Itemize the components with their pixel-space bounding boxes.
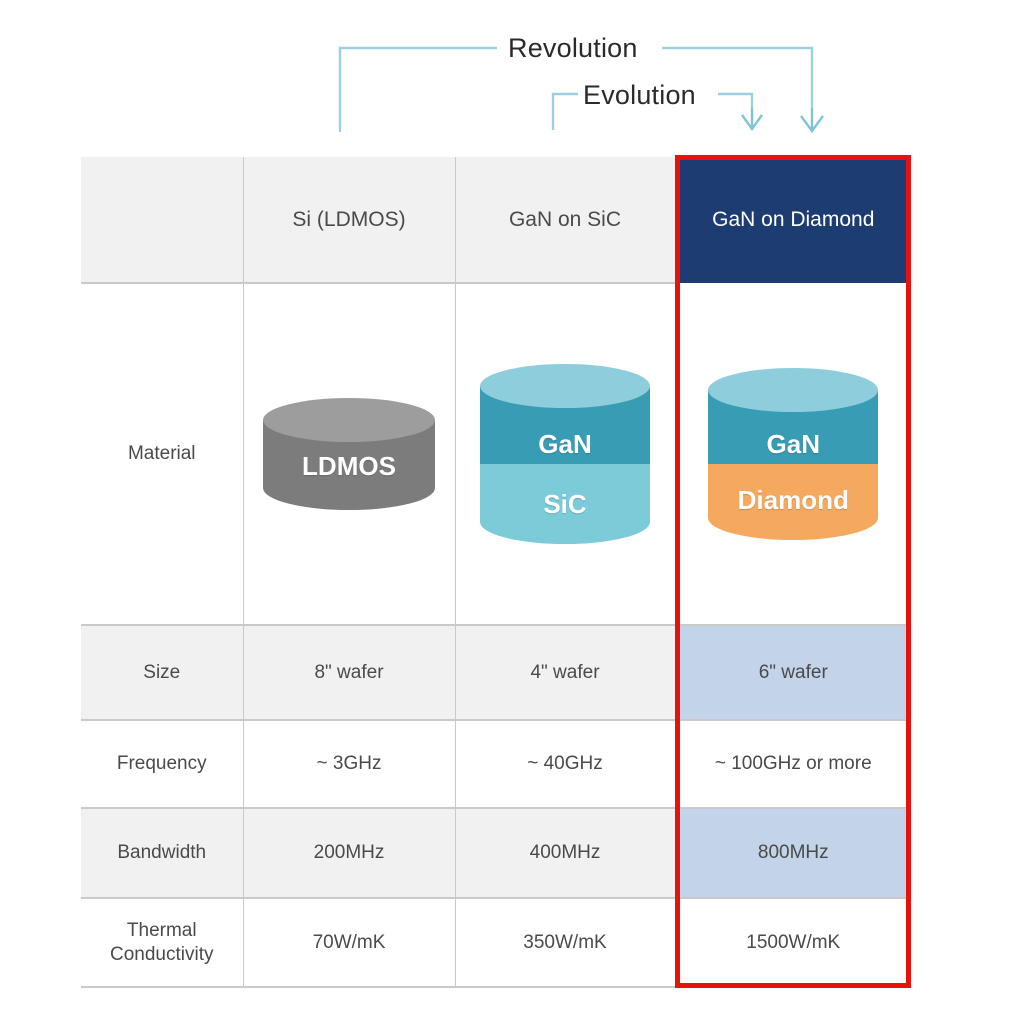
thermal-cell-gan-diamond: 1500W/mK (675, 898, 911, 988)
table-row-size: Size 8" wafer 4" wafer 6" wafer (81, 625, 911, 721)
row-label-material: Material (81, 283, 244, 626)
evolution-left-arm (551, 92, 578, 130)
frequency-cell-si: ~ 3GHz (243, 720, 456, 809)
evolution-arrow-head (741, 108, 763, 132)
size-cell-gan-sic: 4" wafer (455, 625, 676, 721)
row-label-size: Size (81, 625, 244, 721)
revolution-label: Revolution (508, 33, 638, 63)
thermal-cell-gan-sic: 350W/mK (455, 898, 676, 988)
gan-sic-cylinder-sic-label: SiC (543, 489, 587, 519)
gan-diamond-cylinder-gan-label: GaN (766, 428, 820, 459)
gan-diamond-cylinder: Diamond GaN (708, 367, 879, 540)
table-row-material: Material LDMOS SiC GaN Diamond GaN (81, 283, 911, 626)
table-row-bandwidth: Bandwidth 200MHz 400MHz 800MHz (81, 808, 911, 899)
bandwidth-cell-si: 200MHz (243, 808, 456, 899)
flow-diagram-svg (338, 46, 824, 134)
table-header-row: Si (LDMOS) GaN on SiC GaN on Diamond (81, 157, 911, 284)
evolution-right-arm (718, 92, 754, 108)
gan-sic-cylinder: SiC GaN (480, 364, 650, 544)
material-cell-si: LDMOS (243, 283, 456, 626)
ldmos-cylinder: LDMOS (263, 398, 435, 510)
bandwidth-cell-gan-diamond: 800MHz (675, 808, 911, 899)
gan-sic-cylinder-gan-label: GaN (538, 429, 592, 459)
row-label-frequency: Frequency (81, 720, 244, 809)
bandwidth-cell-gan-sic: 400MHz (455, 808, 676, 899)
row-label-thermal-conductivity: Thermal Conductivity (81, 898, 244, 988)
table-row-thermal-conductivity: Thermal Conductivity 70W/mK 350W/mK 1500… (81, 898, 911, 988)
gan-diamond-cylinder-diamond-label: Diamond (737, 484, 849, 515)
ldmos-cylinder-cap (263, 398, 435, 442)
comparison-table: Si (LDMOS) GaN on SiC GaN on Diamond Mat… (81, 157, 911, 988)
row-label-bandwidth: Bandwidth (81, 808, 244, 899)
size-cell-si: 8" wafer (243, 625, 456, 721)
evolution-revolution-diagram: Revolution Evolution (0, 0, 1020, 155)
ldmos-cylinder-label: LDMOS (302, 451, 396, 481)
size-cell-gan-diamond: 6" wafer (675, 625, 911, 721)
header-cell-gan-diamond: GaN on Diamond (675, 157, 911, 283)
gan-sic-cylinder-cap (480, 364, 650, 408)
gan-sic-cylinder-sic-layer: SiC (480, 464, 650, 522)
revolution-arrow-head (800, 108, 824, 134)
material-cell-gan-diamond: Diamond GaN (675, 283, 911, 626)
header-cell-blank (81, 157, 244, 284)
revolution-left-arm (338, 46, 497, 132)
frequency-cell-gan-diamond: ~ 100GHz or more (675, 720, 911, 809)
frequency-cell-gan-sic: ~ 40GHz (455, 720, 676, 809)
thermal-label-line1: Thermal (126, 919, 197, 941)
evolution-label: Evolution (583, 80, 696, 110)
table-row-frequency: Frequency ~ 3GHz ~ 40GHz ~ 100GHz or mor… (81, 720, 911, 809)
material-cell-gan-sic: SiC GaN (455, 283, 676, 626)
thermal-cell-si: 70W/mK (243, 898, 456, 988)
gan-diamond-cylinder-diamond-layer: Diamond (708, 463, 879, 518)
header-cell-si: Si (LDMOS) (243, 157, 456, 284)
header-cell-gan-sic: GaN on SiC (455, 157, 676, 284)
gan-diamond-cylinder-cap (708, 367, 879, 412)
thermal-label-line2: Conductivity (110, 943, 214, 965)
